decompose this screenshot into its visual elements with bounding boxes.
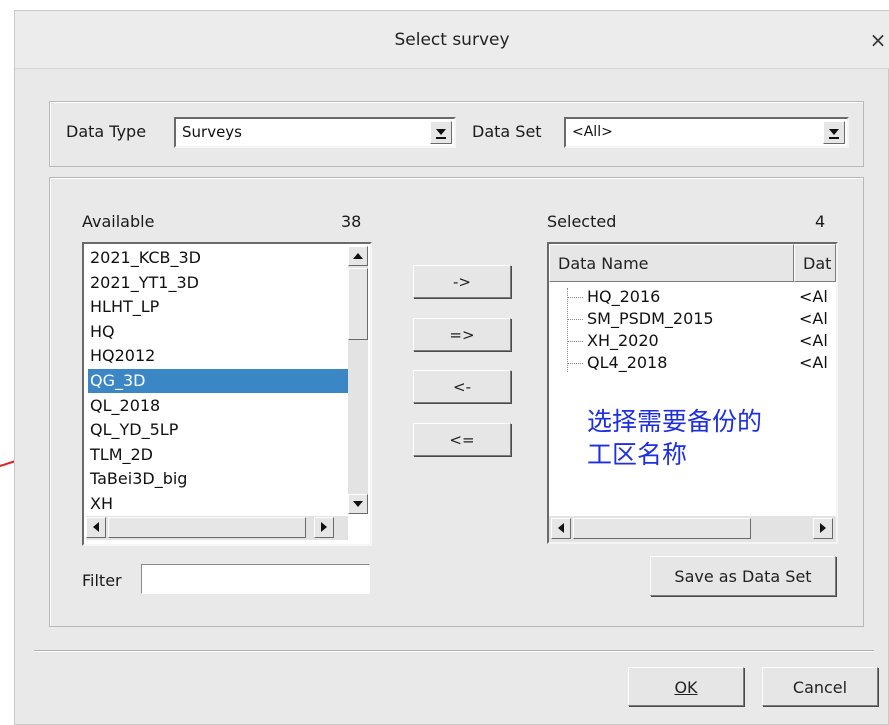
chevron-down-icon	[436, 129, 446, 135]
selected-row-name[interactable]: SM_PSDM_2015	[587, 308, 787, 330]
arrow-down-icon	[353, 501, 363, 507]
available-list-item[interactable]: HQ	[88, 320, 348, 344]
available-list-item[interactable]: HLHT_LP	[88, 295, 348, 319]
available-list-item[interactable]: TLM_2D	[88, 443, 348, 467]
arrow-up-icon	[353, 253, 363, 259]
remove-one-button[interactable]: <-	[413, 370, 511, 403]
annotation-line-1: 选择需要备份的	[587, 407, 763, 436]
arrow-left-icon	[93, 522, 99, 532]
available-list-item[interactable]: QL_YD_5LP	[88, 418, 348, 442]
scroll-thumb[interactable]	[348, 268, 368, 340]
scroll-up-button[interactable]	[348, 246, 368, 266]
selected-row-data-set: <Al	[799, 309, 828, 328]
available-list[interactable]: 2021_KCB_3D 2021_YT1_3D HLHT_LP HQ HQ2012 QG_…	[82, 242, 372, 546]
available-list-item[interactable]: XH	[88, 492, 348, 516]
scroll-left-button[interactable]	[86, 517, 106, 538]
arrow-left-icon	[558, 523, 564, 533]
selected-tree[interactable]: Data Name Dat HQ_2016 <Al SM_PSDM_2015 <Al X…	[547, 242, 838, 544]
selected-row-name[interactable]: HQ_2016	[587, 286, 787, 308]
chevron-down-icon	[829, 129, 839, 135]
ok-label: OK	[674, 678, 698, 697]
scroll-down-button[interactable]	[348, 494, 368, 514]
data-type-value: Surveys	[182, 123, 242, 141]
add-one-button[interactable]: ->	[413, 265, 511, 298]
selected-label: Selected	[547, 212, 617, 231]
selected-tree-header: Data Name Dat	[549, 244, 836, 282]
cancel-label: Cancel	[792, 678, 848, 697]
data-set-label: Data Set	[472, 122, 542, 141]
available-list-item[interactable]: QG_3D	[88, 369, 348, 393]
column-header-data-set[interactable]: Dat	[794, 244, 836, 282]
data-set-dropdown-button[interactable]	[823, 121, 845, 144]
selected-row-name[interactable]: XH_2020	[587, 330, 787, 352]
selected-count: 4	[815, 212, 826, 231]
available-list-item[interactable]: TaBei3D_big	[88, 467, 348, 491]
column-header-data-name[interactable]: Data Name	[549, 244, 794, 282]
ok-button[interactable]: OK	[628, 667, 744, 706]
available-list-item[interactable]: HQ2012	[88, 344, 348, 368]
selected-row-data-set: <Al	[799, 331, 828, 350]
arrow-right-icon	[820, 523, 826, 533]
annotation-text: 选择需要备份的 工区名称	[587, 405, 762, 471]
close-icon[interactable]: ×	[863, 27, 889, 53]
data-type-combo[interactable]: Surveys	[174, 117, 456, 148]
data-type-label: Data Type	[66, 122, 147, 141]
available-list-item[interactable]: 2021_KCB_3D	[88, 246, 348, 270]
available-count: 38	[341, 212, 362, 231]
hscroll-thumb[interactable]	[108, 517, 306, 538]
scroll-right-button[interactable]	[813, 518, 833, 539]
arrow-right-icon	[321, 522, 327, 532]
selected-row-data-set: <Al	[799, 287, 828, 306]
filter-input[interactable]	[141, 564, 370, 594]
data-set-combo[interactable]: <All>	[564, 117, 849, 148]
filter-label: Filter	[82, 571, 122, 590]
selected-row-name[interactable]: QL4_2018	[587, 352, 787, 374]
available-list-item[interactable]: QL_2018	[88, 394, 348, 418]
save-as-data-set-button[interactable]: Save as Data Set	[650, 556, 836, 596]
cancel-button[interactable]: Cancel	[762, 667, 878, 706]
data-set-value: <All>	[572, 124, 613, 140]
footer-divider	[34, 650, 874, 652]
hscroll-thumb[interactable]	[573, 518, 751, 539]
dialog-titlebar: Select survey ×	[15, 11, 889, 69]
available-vscrollbar[interactable]	[348, 246, 368, 514]
selected-hscrollbar[interactable]	[549, 516, 836, 542]
scroll-right-button[interactable]	[314, 517, 334, 538]
annotation-line-2: 工区名称	[587, 440, 688, 469]
add-all-button[interactable]: =>	[413, 318, 511, 351]
dialog-title: Select survey	[394, 30, 510, 50]
available-list-item[interactable]: 2021_YT1_3D	[88, 271, 348, 295]
available-hscrollbar[interactable]	[86, 516, 348, 540]
data-type-dropdown-button[interactable]	[430, 121, 452, 144]
remove-all-button[interactable]: <=	[413, 423, 511, 456]
selected-row-data-set: <Al	[799, 353, 828, 372]
available-label: Available	[82, 212, 155, 231]
scroll-left-button[interactable]	[551, 518, 571, 539]
